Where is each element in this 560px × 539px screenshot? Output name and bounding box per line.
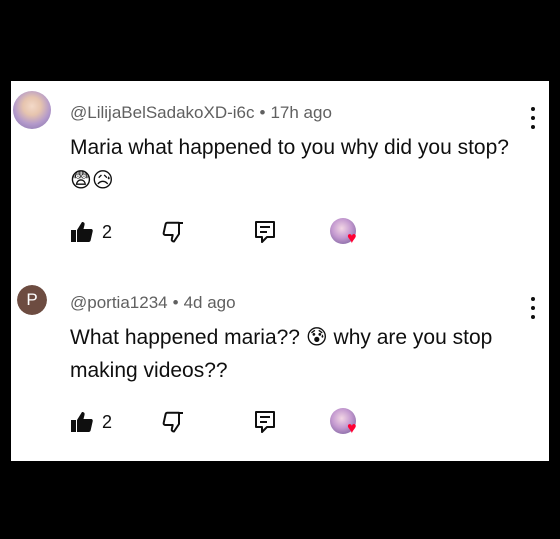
creator-heart-icon: ♥ [347, 420, 357, 437]
comment-item: P @portia1234 • 4d ago What happened maria… [11, 279, 549, 459]
like-count: 2 [102, 221, 113, 242]
reply-button[interactable] [254, 407, 276, 437]
creator-heart-icon: ♥ [347, 230, 357, 247]
dislike-button[interactable] [161, 407, 185, 437]
dislike-button[interactable] [161, 217, 185, 247]
comment-meta: @portia1234 • 4d ago [70, 293, 236, 313]
avatar[interactable] [13, 91, 51, 129]
username[interactable]: @LilijaBelSadakoXD-i6c [70, 103, 255, 122]
avatar-letter: P [17, 285, 47, 315]
thumbs-up-icon [71, 412, 93, 432]
username[interactable]: @portia1234 [70, 293, 168, 312]
more-vert-icon[interactable] [523, 297, 543, 319]
creator-heart: ♥ [330, 217, 364, 247]
more-vert-icon[interactable] [523, 107, 543, 129]
timestamp[interactable]: 4d ago [184, 293, 236, 312]
comments-panel: @LilijaBelSadakoXD-i6c • 17h ago Maria wha… [11, 81, 549, 461]
comment-meta: @LilijaBelSadakoXD-i6c • 17h ago [70, 103, 332, 123]
like-count: 2 [102, 411, 113, 432]
comment-text: What happened maria?? 😰 why are you stop… [70, 326, 493, 382]
timestamp[interactable]: 17h ago [270, 103, 331, 122]
like-button[interactable]: 2 [70, 217, 112, 247]
avatar[interactable]: P [17, 285, 47, 315]
thumbs-down-icon [162, 221, 183, 243]
creator-heart: ♥ [330, 407, 364, 437]
reply-icon [255, 411, 275, 433]
thumbs-up-icon [71, 222, 93, 242]
comment-text: Maria what happened to you why did you s… [70, 136, 509, 192]
reply-button[interactable] [254, 217, 276, 247]
separator-dot: • [259, 103, 266, 122]
like-button[interactable]: 2 [70, 407, 112, 437]
separator-dot: • [172, 293, 179, 312]
thumbs-down-icon [162, 411, 183, 433]
comment-item: @LilijaBelSadakoXD-i6c • 17h ago Maria wha… [11, 89, 549, 269]
reply-icon [255, 221, 275, 243]
